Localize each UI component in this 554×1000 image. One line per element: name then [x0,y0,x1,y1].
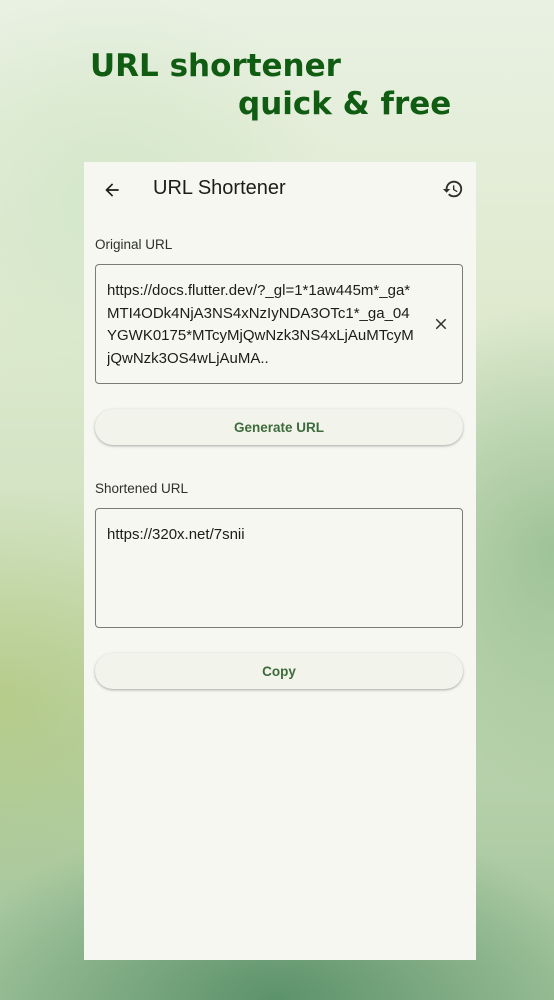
app-screen: URL Shortener Original URL https://docs.… [84,162,476,960]
generate-url-button[interactable]: Generate URL [95,409,463,445]
shortened-url-field[interactable]: https://320x.net/7snii [95,508,463,628]
promo-headline-line1: URL shortener [90,48,341,84]
promo-banner: URL shortener quick & free [0,0,554,150]
promo-headline-line2: quick & free [238,86,452,122]
app-bar: URL Shortener [84,162,476,218]
copy-button[interactable]: Copy [95,653,463,689]
arrow-back-icon [105,183,119,197]
original-url-field[interactable]: https://docs.flutter.dev/?_gl=1*1aw445m*… [95,264,463,384]
close-icon [435,318,447,330]
shortened-url-label: Shortened URL [95,481,189,496]
history-icon [442,180,463,198]
history-button[interactable] [440,176,466,202]
clear-button[interactable] [430,313,452,335]
original-url-value[interactable]: https://docs.flutter.dev/?_gl=1*1aw445m*… [107,280,417,370]
original-url-label: Original URL [95,237,173,252]
page-title: URL Shortener [153,177,286,199]
back-button[interactable] [98,176,126,204]
shortened-url-value[interactable]: https://320x.net/7snii [107,524,447,614]
